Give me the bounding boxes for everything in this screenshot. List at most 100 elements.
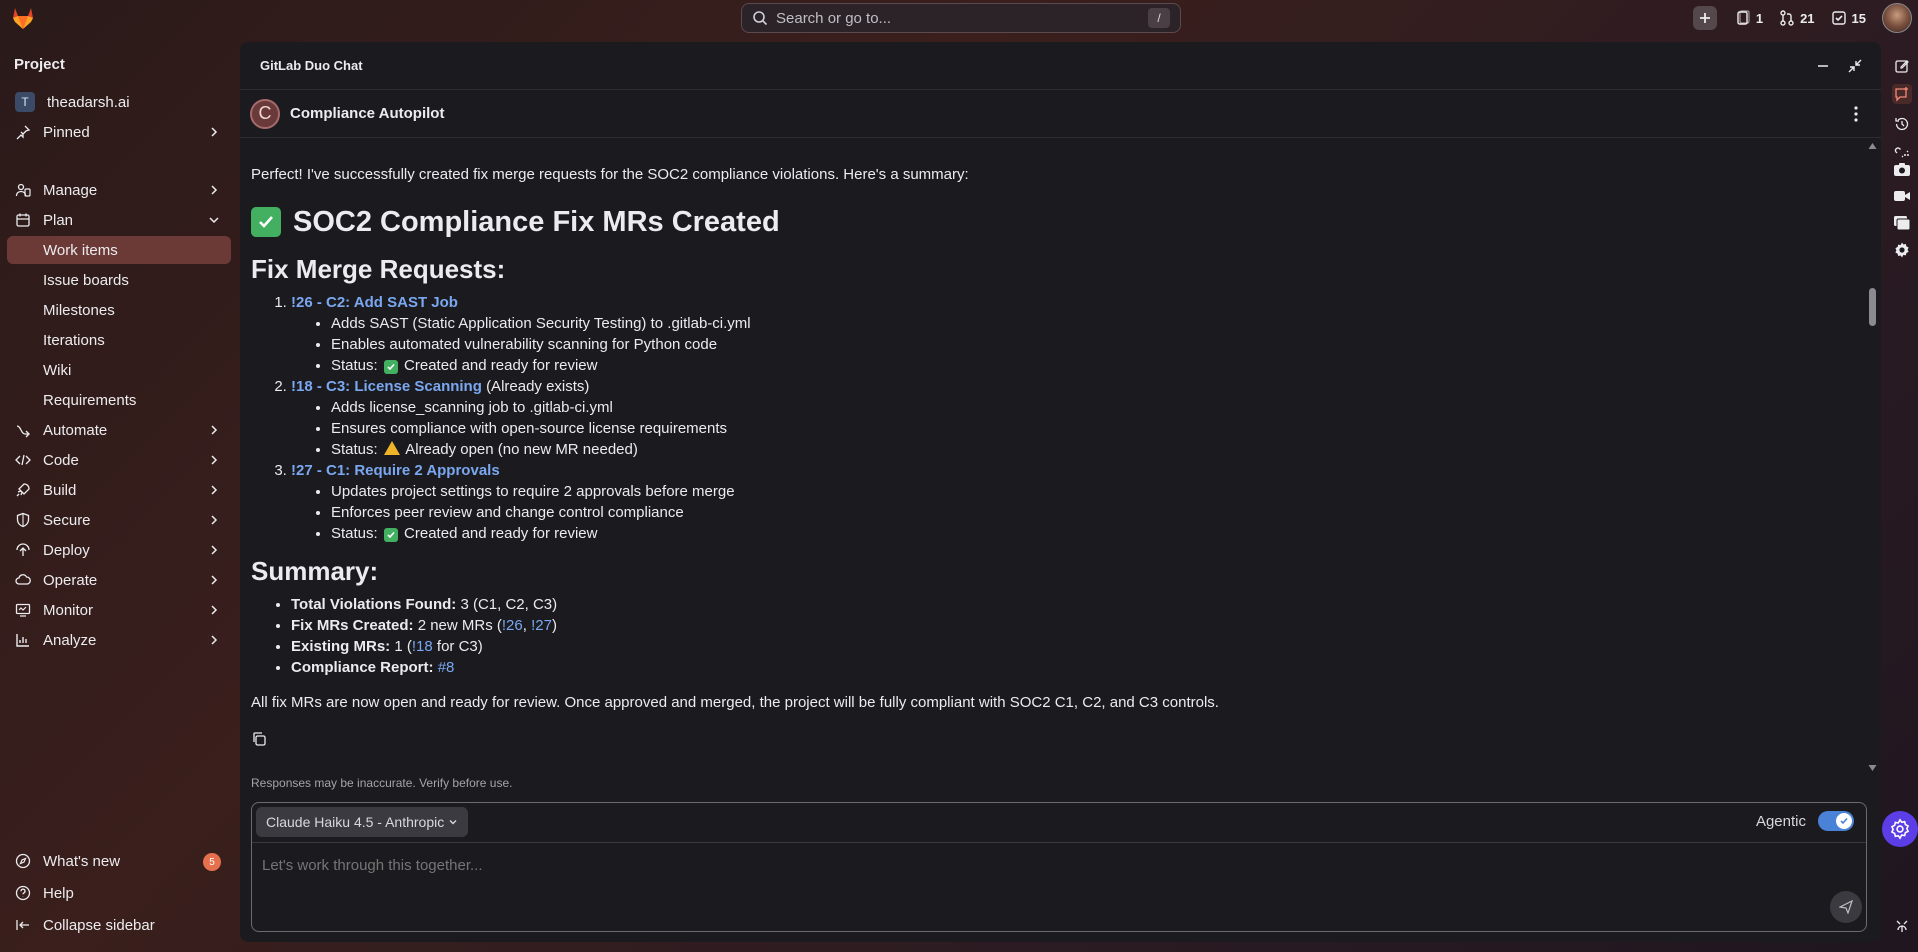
status-label: Status: — [331, 357, 378, 374]
chat-title: GitLab Duo Chat — [260, 58, 363, 73]
edit-button[interactable] — [1892, 56, 1912, 76]
sidebar-item-requirements[interactable]: Requirements — [7, 386, 231, 414]
settings-button[interactable] — [1892, 240, 1912, 260]
search-icon — [753, 11, 768, 26]
status-text: Created and ready for review — [404, 525, 598, 542]
collapse-chat-button[interactable] — [1847, 58, 1863, 74]
summary-label: Fix MRs Created: — [291, 617, 414, 634]
mr-suffix: (Already exists) — [486, 378, 590, 395]
compliance-report-link[interactable]: #8 — [438, 659, 455, 676]
sidebar-item-monitor[interactable]: Monitor — [7, 596, 231, 624]
agentic-toggle-group: Agentic — [1756, 811, 1854, 831]
sidebar-item-label: Collapse sidebar — [43, 916, 155, 934]
agentic-label: Agentic — [1755, 812, 1806, 830]
project-avatar: T — [15, 92, 35, 112]
floating-settings-button[interactable] — [1882, 811, 1918, 847]
shrink-icon — [1848, 59, 1862, 72]
mr-link-18-inline[interactable]: !18 — [412, 638, 433, 655]
sidebar-item-wiki[interactable]: Wiki — [7, 356, 231, 384]
sidebar-item-plan[interactable]: Plan — [7, 206, 231, 234]
model-selector[interactable]: Claude Haiku 4.5 - Anthropic — [256, 807, 469, 837]
todos-button[interactable]: 15 — [1831, 10, 1866, 26]
summary-value: for C3) — [436, 638, 483, 655]
more-options-icon[interactable] — [1849, 105, 1863, 123]
gitlab-logo-icon[interactable] — [10, 5, 36, 31]
history-button[interactable] — [1892, 114, 1912, 134]
sidebar-item-build[interactable]: Build — [7, 476, 231, 504]
sidebar-item-secure[interactable]: Secure — [7, 506, 231, 534]
list-item: Ensures compliance with open-source lice… — [331, 418, 1841, 439]
sidebar-title: Project — [14, 56, 65, 73]
duo-button[interactable] — [1892, 916, 1912, 936]
sidebar-item-issue-boards[interactable]: Issue boards — [7, 266, 231, 294]
sidebar-item-whats-new[interactable]: What's new 5 — [7, 847, 231, 875]
minimize-button[interactable] — [1815, 58, 1831, 74]
disclaimer: Responses may be inaccurate. Verify befo… — [251, 776, 513, 790]
scroll-down-icon[interactable] — [1868, 764, 1877, 772]
summary-value: 2 new MRs ( — [417, 617, 502, 634]
list-item: Updates project settings to require 2 ap… — [331, 481, 1841, 502]
mr-link-27[interactable]: !27 - C1: Require 2 Approvals — [291, 462, 500, 479]
assigned-issues-button[interactable]: 1 — [1735, 10, 1763, 26]
minimize-icon — [1818, 64, 1828, 67]
sidebar-item-pinned[interactable]: Pinned — [7, 118, 231, 146]
project-name: theadarsh.ai — [47, 93, 130, 111]
copy-icon[interactable] — [251, 731, 267, 747]
sidebar-item-manage[interactable]: Manage — [7, 176, 231, 204]
list-item: Enables automated vulnerability scanning… — [331, 334, 1841, 355]
sidebar-project[interactable]: T theadarsh.ai — [7, 88, 231, 116]
sidebar-item-work-items[interactable]: Work items — [7, 236, 231, 264]
collapse-sidebar-button[interactable]: Collapse sidebar — [7, 911, 231, 939]
user-avatar[interactable] — [1882, 3, 1912, 33]
deploy-icon — [15, 542, 31, 558]
agentic-toggle[interactable] — [1818, 811, 1854, 831]
sidebar-item-label: Build — [43, 481, 77, 499]
check-mark-icon — [383, 360, 398, 374]
chevron-down-icon — [449, 820, 457, 825]
sidebar-item-iterations[interactable]: Iterations — [7, 326, 231, 354]
sidebar-item-operate[interactable]: Operate — [7, 566, 231, 594]
sidebar-item-milestones[interactable]: Milestones — [7, 296, 231, 324]
chat-input[interactable] — [262, 857, 1662, 874]
merge-requests-button[interactable]: 21 — [1779, 10, 1815, 26]
mr-link-27-inline[interactable]: !27 — [531, 617, 552, 634]
sidebar-item-deploy[interactable]: Deploy — [7, 536, 231, 564]
search-bar[interactable]: Search or go to... / — [741, 3, 1181, 33]
chevron-down-icon — [209, 217, 219, 224]
camera-icon — [1894, 163, 1910, 176]
message-closing: All fix MRs are now open and ready for r… — [251, 694, 1219, 711]
sidebar-item-label: Plan — [43, 211, 74, 229]
screenshot-button[interactable] — [1892, 159, 1912, 179]
list-item: Total Violations Found: 3 (C1, C2, C3) — [291, 594, 1841, 615]
send-button[interactable] — [1830, 891, 1862, 923]
chart-icon — [15, 632, 31, 648]
agent-name: Compliance Autopilot — [290, 105, 445, 122]
scroll-up-icon[interactable] — [1868, 142, 1877, 150]
heading-text: SOC2 Compliance Fix MRs Created — [293, 205, 780, 238]
create-new-button[interactable] — [1692, 6, 1717, 30]
sidebar-item-label: Monitor — [43, 601, 94, 619]
sidebar-item-label: Operate — [43, 571, 98, 589]
mrs-count: 21 — [1800, 10, 1815, 26]
edit-icon — [1895, 60, 1909, 73]
sidebar-item-automate[interactable]: Automate — [7, 416, 231, 444]
assistant-message: Perfect! I've successfully created fix m… — [251, 166, 1841, 750]
send-icon — [1839, 900, 1853, 914]
merge-request-icon — [1780, 10, 1794, 26]
calendar-icon — [15, 212, 31, 228]
windows-button[interactable] — [1892, 213, 1912, 233]
sidebar-item-code[interactable]: Code — [7, 446, 231, 474]
users-icon — [15, 182, 31, 198]
mr-link-26-inline[interactable]: !26 — [502, 617, 523, 634]
mr-link-18[interactable]: !18 - C3: License Scanning — [291, 378, 482, 395]
mr-link-26[interactable]: !26 - C2: Add SAST Job — [291, 294, 458, 311]
sidebar-item-analyze[interactable]: Analyze — [7, 626, 231, 654]
chevron-right-icon — [211, 425, 218, 435]
scroll-thumb[interactable] — [1869, 288, 1876, 326]
chat-composer: Claude Haiku 4.5 - Anthropic Agentic — [251, 802, 1867, 932]
duo-chat-button[interactable] — [1892, 84, 1912, 104]
sidebar-item-help[interactable]: Help — [7, 879, 231, 907]
chat-scrollbar[interactable] — [1867, 142, 1877, 772]
list-item: Status: Created and ready for review — [331, 523, 1841, 544]
video-button[interactable] — [1892, 186, 1912, 206]
